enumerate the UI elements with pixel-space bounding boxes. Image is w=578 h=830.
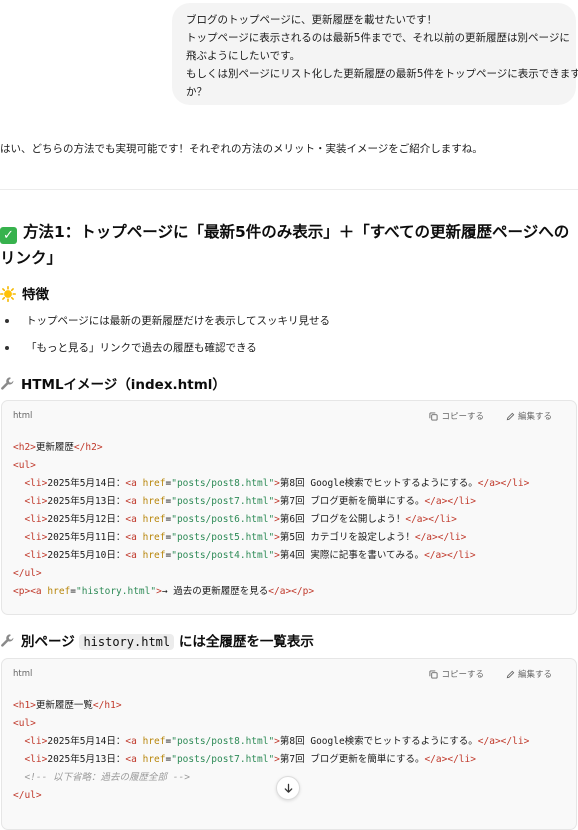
inline-code-filename: history.html [79,634,175,650]
features-heading: 特徴 [0,283,49,303]
edit-button[interactable]: 編集する [506,410,552,422]
check-mark-button-icon: ✓ [0,227,17,244]
section-divider [0,189,578,190]
copy-button[interactable]: コピーする [429,668,484,680]
user-message-line: か？ [186,86,207,98]
separate-page-heading-prefix: 別ページ [21,634,75,650]
method1-heading: ✓ 方法1：トップページに「最新5件のみ表示」＋「すべての更新履歴ページへのリンク… [0,219,578,271]
code-line: <li>2025年5月12日：<a href="posts/post6.html… [24,514,457,525]
code-block-index: html コピーする 編集する <h2>更新履歴</h2> <ul> <li>20… [1,400,577,615]
assistant-intro: はい、どちらの方法でも実現可能です！それぞれの方法のメリット・実装イメージをご紹… [0,143,483,155]
code-line: <li>2025年5月14日：<a href="posts/post8.html… [24,478,530,489]
code-line: <p><a href="history.html">→ 過去の更新履歴を見る</… [13,586,315,597]
html-image-heading: HTMLイメージ（index.html） [0,373,226,393]
method1-title: 方法1：トップページに「最新5件のみ表示」＋「すべての更新履歴ページへのリンク」 [0,223,570,267]
separate-page-heading: 別ページ history.html には全履歴を一覧表示 [0,630,314,650]
wrench-icon [1,377,14,390]
user-message-bubble: ブログのトップページに、更新履歴を載せたいです！ トップページに表示されるのは最… [172,3,578,105]
code-line: <li>2025年5月11日：<a href="posts/post5.html… [24,532,467,543]
user-message-line: トップページに表示されるのは最新5件までで、それ以前の更新履歴は別ページに [186,32,570,44]
code-line: <ul> [13,718,36,729]
code-line: <li>2025年5月10日：<a href="posts/post4.html… [24,550,476,561]
sun-icon [0,286,16,302]
code-line: <h2>更新履歴</h2> [13,442,103,453]
code-line: <ul> [13,460,36,471]
features-list: トップページには最新の更新履歴だけを表示してスッキリ見せる 「もっと見る」リンク… [0,313,330,367]
code-line: <li>2025年5月13日：<a href="posts/post7.html… [24,496,476,507]
code-block-history: html コピーする 編集する <h1>更新履歴一覧</h1> <ul> <li>… [1,658,577,830]
user-message-line: 飛ぶようにしたいです。 [186,50,301,62]
edit-button-label: 編集する [517,670,552,680]
code-language-label: html [13,411,33,421]
edit-button[interactable]: 編集する [506,668,552,680]
code-line: <h1>更新履歴一覧</h1> [13,700,122,711]
code-content: <h2>更新履歴</h2> <ul> <li>2025年5月14日：<a href… [2,431,576,601]
code-actions: コピーする 編集する [429,410,552,422]
copy-icon [429,411,439,421]
user-message-line: ブログのトップページに、更新履歴を載せたいです！ [186,14,438,26]
copy-button-label: コピーする [441,670,484,680]
code-language-label: html [13,669,33,679]
edit-button-label: 編集する [517,412,552,422]
list-item: トップページには最新の更新履歴だけを表示してスッキリ見せる [0,313,330,340]
user-message-line: もしくは別ページにリスト化した更新履歴の最新5件をトップページに表示できます [186,68,578,80]
features-heading-label: 特徴 [22,287,49,303]
html-image-heading-label: HTMLイメージ（index.html） [21,377,226,393]
wrench-icon [1,634,14,647]
code-line: <li>2025年5月13日：<a href="posts/post7.html… [24,754,476,765]
copy-button-label: コピーする [441,412,484,422]
scroll-down-button[interactable] [276,776,300,800]
copy-icon [429,669,439,679]
pencil-icon [506,670,515,678]
copy-button[interactable]: コピーする [429,410,484,422]
code-block-header: html コピーする 編集する [2,659,576,689]
code-block-header: html コピーする 編集する [2,401,576,431]
list-item: 「もっと見る」リンクで過去の履歴も確認できる [0,340,330,367]
code-actions: コピーする 編集する [429,668,552,680]
arrow-down-icon [284,783,292,793]
code-line: <li>2025年5月14日：<a href="posts/post8.html… [24,736,530,747]
separate-page-heading-suffix: には全履歴を一覧表示 [178,634,314,650]
pencil-icon [506,412,515,420]
code-line: </ul> [13,568,42,579]
